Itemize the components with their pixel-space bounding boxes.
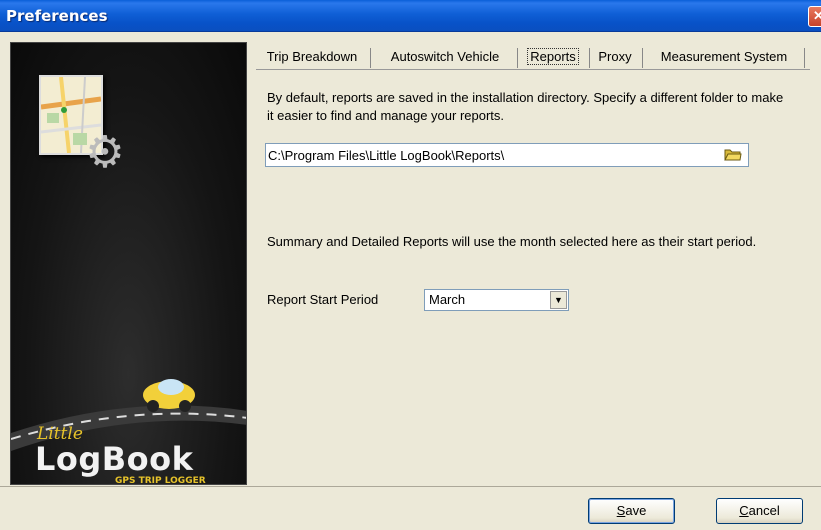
save-button[interactable]: Save bbox=[588, 498, 675, 524]
reports-folder-input[interactable] bbox=[268, 146, 708, 164]
report-start-period-label: Report Start Period bbox=[267, 292, 379, 307]
tab-proxy[interactable]: Proxy bbox=[592, 46, 638, 70]
gear-icon: ⚙ bbox=[85, 128, 125, 177]
logo-main: LogBook bbox=[35, 440, 194, 478]
tab-autoswitch-vehicle[interactable]: Autoswitch Vehicle bbox=[374, 46, 516, 70]
selected-month: March bbox=[429, 292, 466, 307]
folder-description: By default, reports are saved in the ins… bbox=[267, 90, 784, 123]
tab-underline bbox=[256, 69, 810, 70]
product-logo: Little LogBook GPS TRIP LOGGER bbox=[11, 418, 246, 485]
footer-divider bbox=[0, 486, 821, 487]
tab-separator bbox=[642, 48, 643, 68]
tab-reports[interactable]: Reports bbox=[519, 46, 587, 70]
tab-separator bbox=[804, 48, 805, 68]
logo-tagline: GPS TRIP LOGGER bbox=[115, 476, 206, 485]
period-description: Summary and Detailed Reports will use th… bbox=[267, 234, 757, 249]
title-bar: Preferences ✕ bbox=[0, 0, 821, 32]
browse-folder-button[interactable] bbox=[722, 146, 744, 164]
tab-separator bbox=[517, 48, 518, 68]
sidebar-banner: ⚙ Little LogBook GPS TRIP LOGGER bbox=[10, 42, 247, 485]
tab-trip-breakdown[interactable]: Trip Breakdown bbox=[256, 46, 368, 70]
tab-measurement-system[interactable]: Measurement System bbox=[646, 46, 802, 70]
tab-separator bbox=[370, 48, 371, 68]
cancel-button[interactable]: Cancel bbox=[716, 498, 803, 524]
window-title: Preferences bbox=[6, 7, 108, 25]
close-icon: ✕ bbox=[813, 8, 821, 23]
tab-separator bbox=[589, 48, 590, 68]
reports-folder-field[interactable] bbox=[265, 143, 749, 167]
folder-icon bbox=[724, 149, 742, 161]
report-start-period-select[interactable]: March ▼ bbox=[424, 289, 569, 311]
chevron-down-icon[interactable]: ▼ bbox=[550, 291, 567, 309]
close-button[interactable]: ✕ bbox=[808, 6, 821, 27]
